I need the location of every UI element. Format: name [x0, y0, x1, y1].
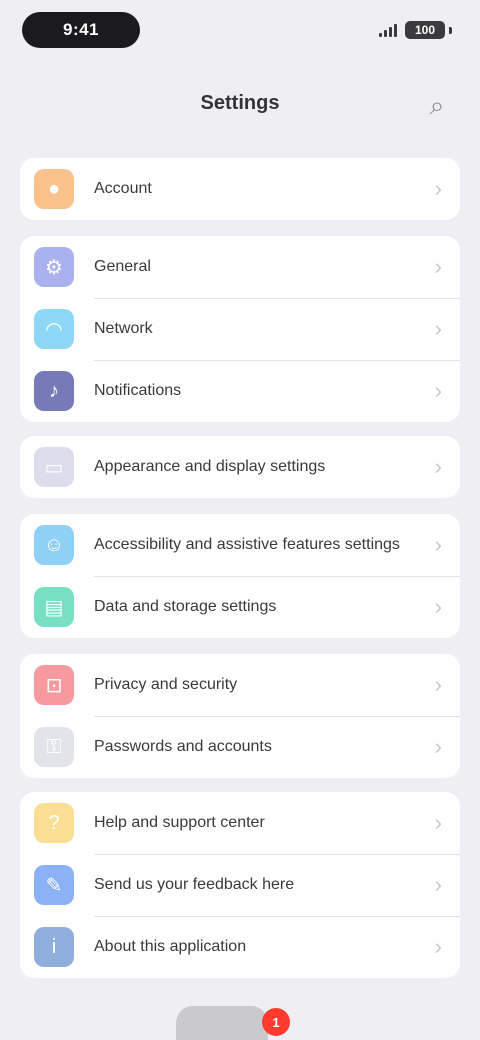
settings-row[interactable]: i About this application ›: [20, 916, 460, 978]
settings-row[interactable]: ? Help and support center ›: [20, 792, 460, 854]
chevron-right-icon: ›: [434, 176, 442, 201]
chevron-right-icon: ›: [434, 734, 442, 759]
chevron-right-icon: ›: [434, 872, 442, 897]
info-icon: i: [34, 927, 74, 967]
settings-row-label: Account: [94, 180, 152, 197]
chevron-right-icon: ›: [434, 532, 442, 557]
settings-group-support: ? Help and support center › ✎ Send us yo…: [20, 792, 460, 978]
settings-group-general: ⚙ General › ◠ Network › ♪ Notifications …: [20, 236, 460, 422]
settings-group-appearance: ▭ Appearance and display settings ›: [20, 436, 460, 498]
status-time: 9:41: [22, 12, 140, 48]
settings-row-label: Help and support center: [94, 814, 265, 831]
gear-icon: ⚙: [34, 247, 74, 287]
settings-row[interactable]: ● Account ›: [20, 158, 460, 220]
notification-badge: 1: [262, 1008, 290, 1036]
chevron-right-icon: ›: [434, 378, 442, 403]
settings-row-label: Passwords and accounts: [94, 738, 272, 755]
chevron-right-icon: ›: [434, 454, 442, 479]
settings-row-label: Privacy and security: [94, 676, 238, 693]
settings-row[interactable]: ⊡ Privacy and security ›: [20, 654, 460, 716]
help-icon: ?: [34, 803, 74, 843]
status-bar: 9:41 100: [0, 0, 480, 60]
chevron-right-icon: ›: [434, 254, 442, 279]
bell-icon: ♪: [34, 371, 74, 411]
settings-row[interactable]: ▭ Appearance and display settings ›: [20, 436, 460, 498]
tab-settings[interactable]: [176, 1006, 268, 1040]
wifi-icon: ◠: [34, 309, 74, 349]
settings-row-label: Network: [94, 320, 153, 337]
settings-group-account: ● Account ›: [20, 158, 460, 220]
battery-level: 100: [405, 21, 445, 39]
search-icon[interactable]: ⌕: [424, 92, 450, 118]
display-icon: ▭: [34, 447, 74, 487]
settings-row-label: Send us your feedback here: [94, 876, 295, 893]
key-icon: ⚿: [34, 727, 74, 767]
settings-row[interactable]: ▤ Data and storage settings ›: [20, 576, 460, 638]
settings-row[interactable]: ☺ Accessibility and assistive features s…: [20, 514, 460, 576]
chevron-right-icon: ›: [434, 316, 442, 341]
settings-group-privacy: ⊡ Privacy and security › ⚿ Passwords and…: [20, 654, 460, 778]
settings-row[interactable]: ✎ Send us your feedback here ›: [20, 854, 460, 916]
lock-icon: ⊡: [34, 665, 74, 705]
tab-bar: 1: [0, 986, 480, 1040]
chevron-right-icon: ›: [434, 934, 442, 959]
page-title: Settings: [200, 92, 280, 114]
settings-row-label: Accessibility and assistive features set…: [94, 536, 400, 553]
settings-row[interactable]: ♪ Notifications ›: [20, 360, 460, 422]
person-icon: ●: [34, 169, 74, 209]
chevron-right-icon: ›: [434, 594, 442, 619]
storage-icon: ▤: [34, 587, 74, 627]
settings-group-accessibility: ☺ Accessibility and assistive features s…: [20, 514, 460, 638]
settings-row-label: Notifications: [94, 382, 182, 399]
settings-row[interactable]: ⚿ Passwords and accounts ›: [20, 716, 460, 778]
settings-row[interactable]: ⚙ General ›: [20, 236, 460, 298]
settings-row-label: General: [94, 258, 151, 275]
chevron-right-icon: ›: [434, 810, 442, 835]
signal-icon: [379, 23, 397, 37]
settings-row-label: Appearance and display settings: [94, 458, 326, 475]
chevron-right-icon: ›: [434, 672, 442, 697]
settings-row-label: Data and storage settings: [94, 598, 277, 615]
nav-bar: Settings ⌕: [0, 74, 480, 134]
accessibility-icon: ☺: [34, 525, 74, 565]
battery-icon: 100: [405, 21, 452, 39]
settings-row[interactable]: ◠ Network ›: [20, 298, 460, 360]
feedback-icon: ✎: [34, 865, 74, 905]
status-indicators: 100: [379, 20, 452, 40]
settings-row-label: About this application: [94, 938, 247, 955]
